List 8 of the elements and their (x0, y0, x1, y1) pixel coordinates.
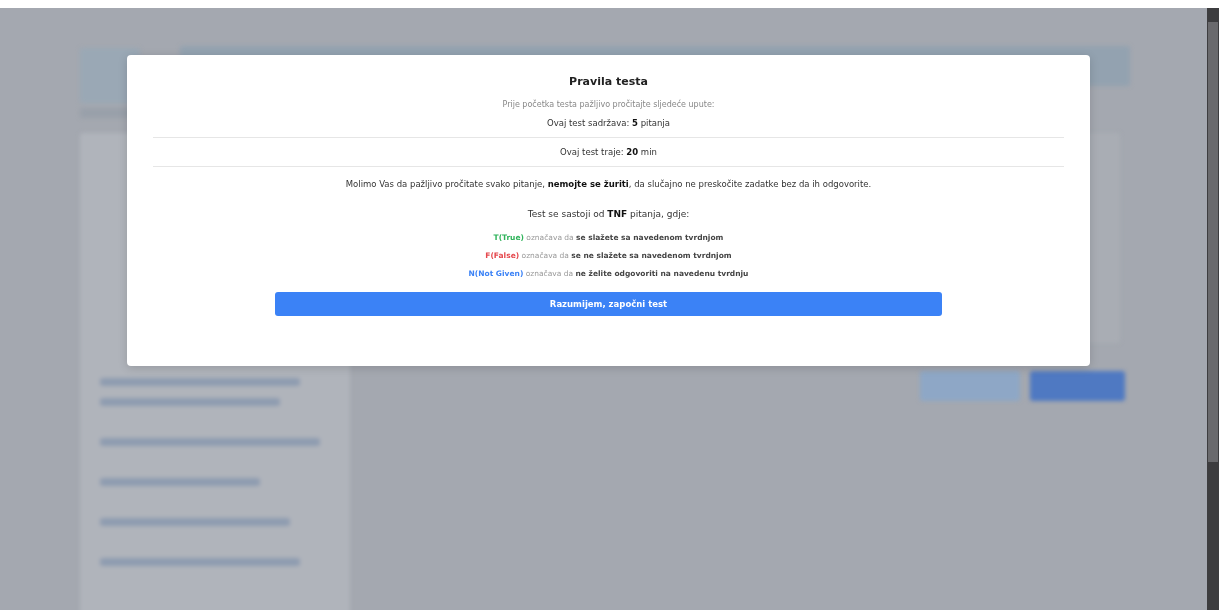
test-info-text: Ovaj test sadržava: 5 pitanja (153, 109, 1064, 138)
test-info-text: Ovaj test traje: 20 min (153, 138, 1064, 167)
intro-text: Test se sastoji od TNF pitanja, gdje: (527, 209, 690, 219)
instructions-text: Prije početka testa pažljivo pročitajte sljedeće upute: (502, 100, 715, 109)
warning-text: Molimo Vas da pažljivo pročitate svako pitanje, nemojte se žuriti, da slučajno ne preskočite zadatke bez da ih odgovorite. (345, 179, 872, 189)
start-test-button[interactable]: Razumijem, započni test (275, 292, 942, 316)
scrollbar[interactable] (1207, 8, 1219, 610)
dialog-title: Pravila testa (569, 75, 648, 88)
